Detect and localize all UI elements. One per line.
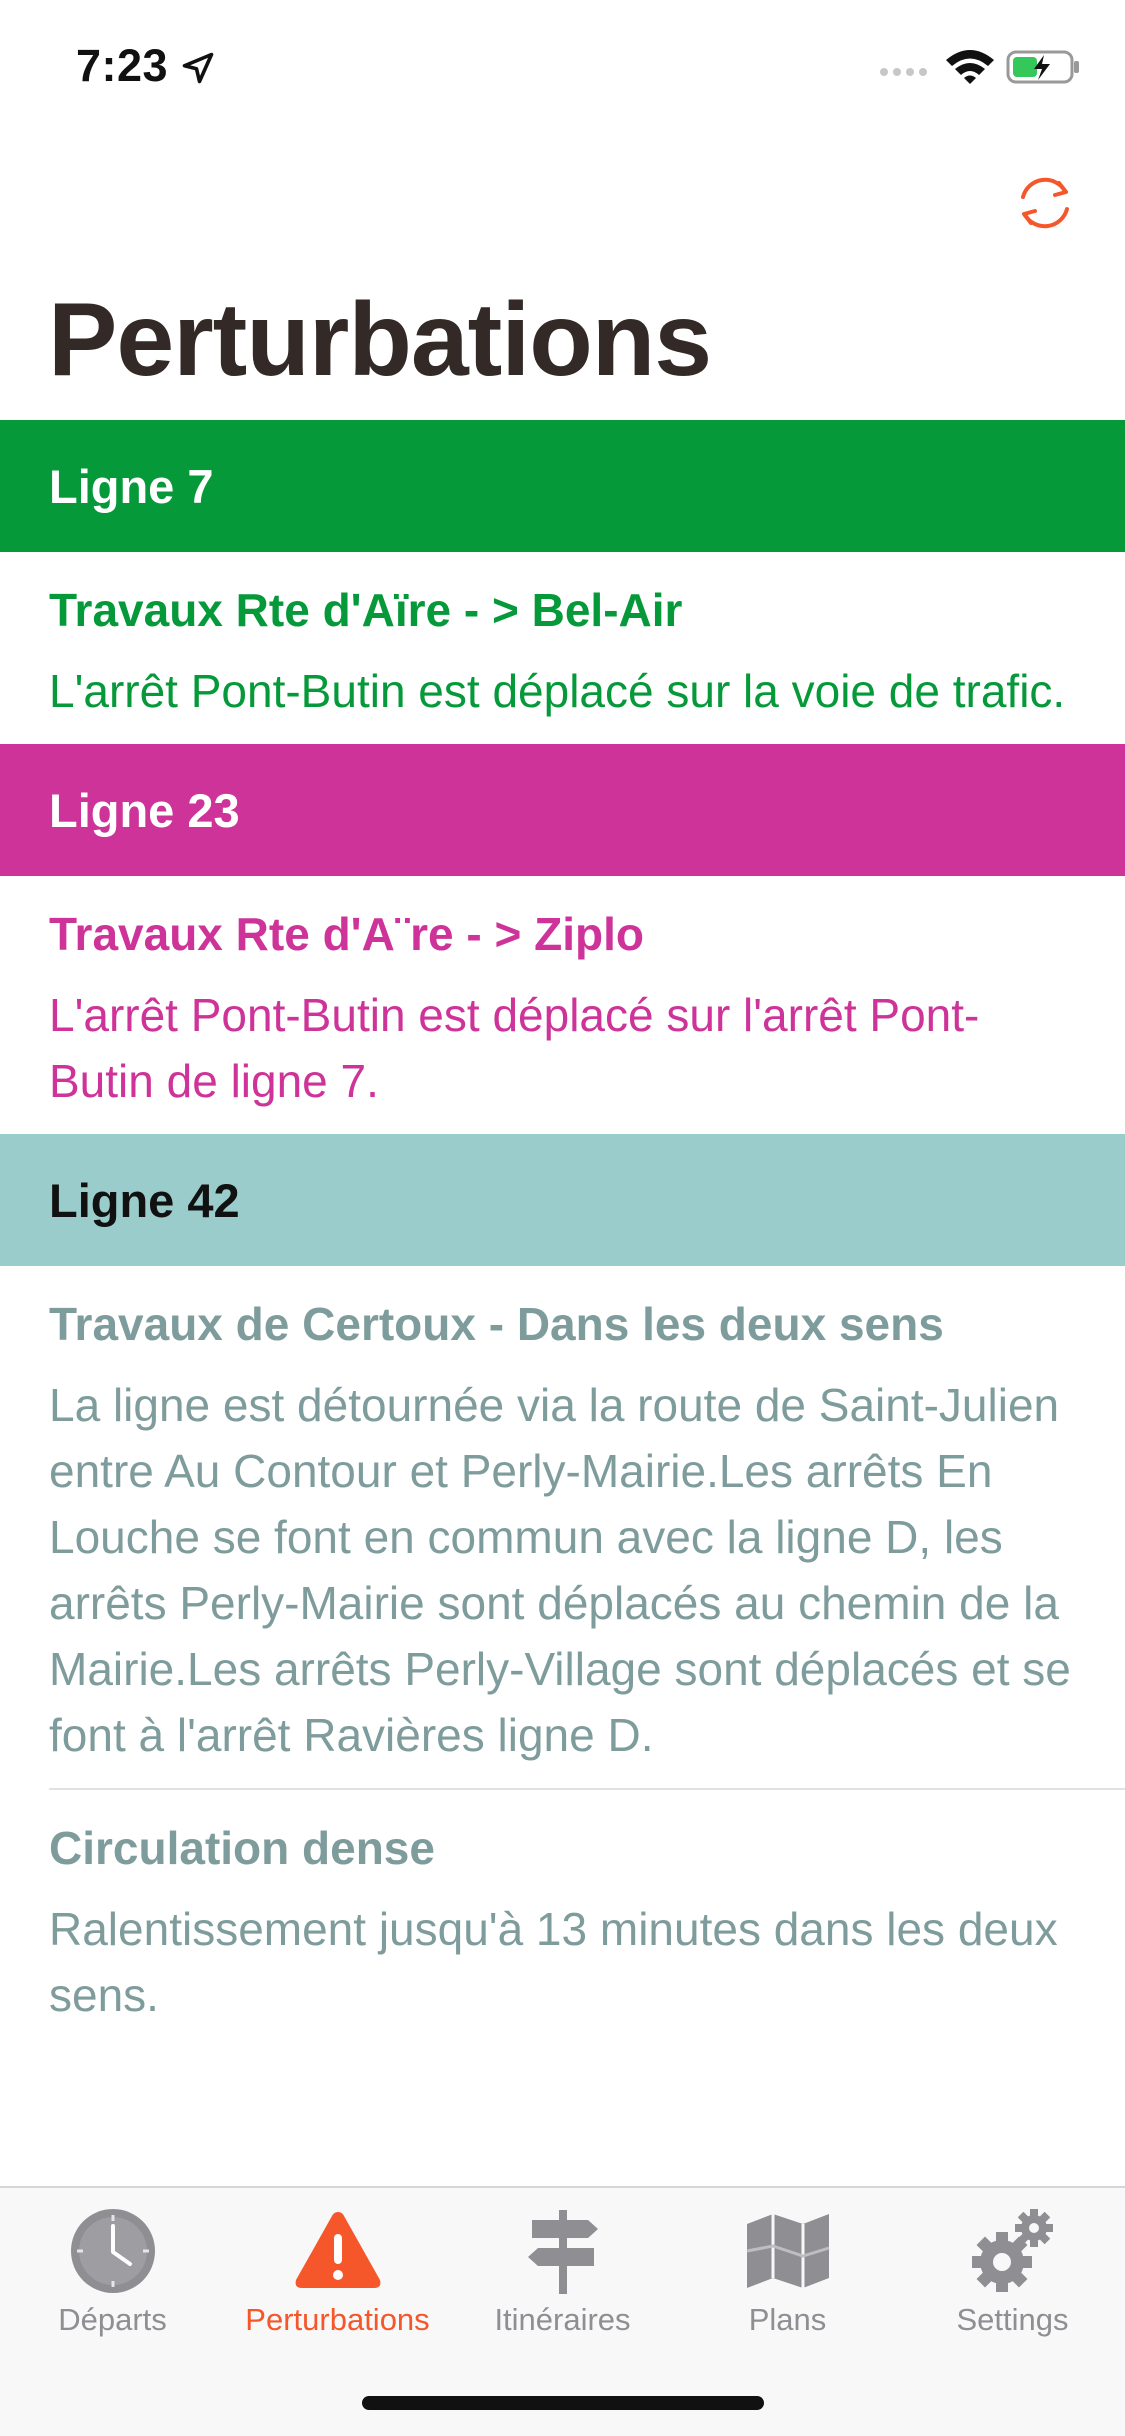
status-bar: 7:23 (0, 0, 1125, 132)
signpost-icon (527, 2210, 598, 2294)
item-title: Travaux Rte d'A¨re - > Ziplo (49, 908, 645, 960)
refresh-icon (1021, 177, 1069, 229)
item-body: Ralentissement jusqu'à 13 minutes dans l… (49, 1903, 1058, 2021)
section-header: Ligne 23 (0, 744, 1125, 876)
tab-perturbations[interactable]: Perturbations (225, 2188, 450, 2348)
tab-itineraires[interactable]: Itinéraires (450, 2188, 675, 2348)
map-icon (746, 2214, 829, 2288)
battery-icon (1006, 50, 1079, 84)
item-body: L'arrêt Pont-Butin est déplacé sur la vo… (49, 665, 1066, 717)
gear-icon (971, 2209, 1053, 2292)
item-body: La ligne est détournée via la route de S… (49, 1379, 1071, 1761)
section-ligne-23: Ligne 23 Travaux Rte d'A¨re - > Ziplo L'… (0, 744, 1125, 1134)
section-header: Ligne 42 (0, 1134, 1125, 1266)
item-body: L'arrêt Pont-Butin est déplacé sur l'arr… (49, 989, 980, 1107)
tab-label: Départs (58, 2302, 167, 2337)
section-header: Ligne 7 (0, 420, 1125, 552)
tab-label: Itinéraires (494, 2302, 631, 2337)
tab-plans[interactable]: Plans (675, 2188, 900, 2348)
list-item[interactable]: Travaux de Certoux - Dans les deux sens … (0, 1266, 1125, 1788)
home-indicator[interactable] (362, 2396, 764, 2410)
wifi-icon (946, 50, 994, 84)
section-ligne-7: Ligne 7 Travaux Rte d'Aïre - > Bel-Air L… (0, 420, 1125, 744)
page-title: Perturbations (48, 282, 712, 398)
item-title: Travaux de Certoux - Dans les deux sens (49, 1298, 944, 1350)
section-ligne-42: Ligne 42 Travaux de Certoux - Dans les d… (0, 1134, 1125, 2048)
item-title: Circulation dense (49, 1822, 435, 1874)
disruptions-list: Ligne 7 Travaux Rte d'Aïre - > Bel-Air L… (0, 420, 1125, 2048)
refresh-button[interactable] (1008, 166, 1082, 240)
location-arrow-icon (182, 52, 214, 84)
clock-icon (70, 2209, 155, 2293)
status-time: 7:23 (76, 40, 169, 91)
tab-label: Plans (748, 2302, 827, 2337)
list-item[interactable]: Circulation dense Ralentissement jusqu'à… (0, 1790, 1125, 2048)
tab-label: Settings (956, 2302, 1069, 2337)
list-item[interactable]: Travaux Rte d'Aïre - > Bel-Air L'arrêt P… (0, 552, 1125, 744)
item-title: Travaux Rte d'Aïre - > Bel-Air (49, 584, 683, 636)
tab-settings[interactable]: Settings (900, 2188, 1125, 2348)
list-item[interactable]: Travaux Rte d'A¨re - > Ziplo L'arrêt Pon… (0, 876, 1125, 1134)
warning-icon (295, 2212, 380, 2288)
tab-departs[interactable]: Départs (0, 2188, 225, 2348)
tab-label: Perturbations (245, 2302, 430, 2337)
cellular-signal-icon (880, 68, 927, 76)
